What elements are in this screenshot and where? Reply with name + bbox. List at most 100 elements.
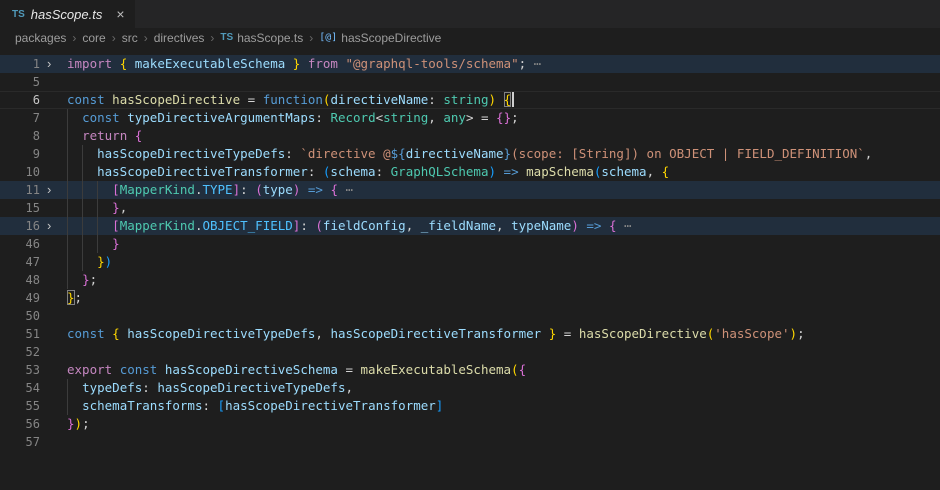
indent-guide [67, 127, 68, 145]
code-token [67, 128, 82, 143]
code-line[interactable]: 5 [0, 73, 940, 91]
indent-guide [82, 181, 83, 199]
code-token: OBJECT_FIELD [202, 218, 292, 233]
breadcrumb-item-directives[interactable]: directives [154, 31, 205, 45]
code-token: ⋯ [338, 182, 353, 197]
code-content: [MapperKind.TYPE]: (type) => { ⋯ [67, 181, 940, 199]
fold-chevron-icon[interactable]: › [47, 55, 61, 72]
code-token: { [519, 362, 527, 377]
breadcrumb-file[interactable]: TS hasScope.ts [220, 31, 303, 45]
indent-guide [67, 379, 68, 397]
code-token: } [67, 416, 75, 431]
tab-bar: TS hasScope.ts × [0, 0, 940, 28]
indent-guide [82, 163, 83, 181]
code-token: hasScopeDirective [112, 92, 240, 107]
code-token [67, 182, 112, 197]
code-line[interactable]: 48 }; [0, 271, 940, 289]
code-line[interactable]: 6 const hasScopeDirective = function(dire… [0, 91, 940, 109]
code-token: : [202, 398, 217, 413]
code-token: ${ [391, 146, 406, 161]
code-token: { [662, 164, 670, 179]
breadcrumb-symbol[interactable]: [@] hasScopeDirective [319, 31, 441, 45]
editor-tab-hasscope[interactable]: TS hasScope.ts × [0, 0, 135, 28]
code-token: : [376, 164, 391, 179]
typescript-file-icon: TS [12, 9, 25, 20]
chevron-right-icon: › [144, 31, 148, 45]
breadcrumb-item-src[interactable]: src [122, 31, 138, 45]
line-number: 49 [0, 289, 40, 307]
code-token: ( [315, 218, 323, 233]
code-token: GraphQLSchema [391, 164, 489, 179]
code-line[interactable]: 10 hasScopeDirectiveTransformer: (schema… [0, 163, 940, 181]
line-number: 7 [0, 109, 40, 127]
code-line[interactable]: 52 [0, 343, 940, 361]
code-token: } [112, 236, 120, 251]
code-line[interactable]: 53export const hasScopeDirectiveSchema =… [0, 361, 940, 379]
code-token: , [315, 326, 330, 341]
code-token: } [82, 272, 90, 287]
line-number: 55 [0, 397, 40, 415]
code-token: ( [255, 182, 263, 197]
breadcrumb-item-core[interactable]: core [82, 31, 105, 45]
code-token: from [308, 56, 338, 71]
bracket-match: } [67, 290, 75, 305]
fold-chevron-icon[interactable]: › [47, 181, 61, 198]
indent-guide [82, 217, 83, 235]
code-editor[interactable]: 1›import { makeExecutableSchema } from "… [0, 47, 940, 451]
code-content: return { [67, 127, 940, 145]
breadcrumb-item-packages[interactable]: packages [15, 31, 66, 45]
line-number: 53 [0, 361, 40, 379]
code-token: ) [105, 254, 113, 269]
code-line[interactable]: 9 hasScopeDirectiveTypeDefs: `directive … [0, 145, 940, 163]
code-token: { [112, 326, 120, 341]
code-token: ] [233, 182, 241, 197]
code-line[interactable]: 54 typeDefs: hasScopeDirectiveTypeDefs, [0, 379, 940, 397]
indent-guide [67, 199, 68, 217]
code-token: Record [330, 110, 375, 125]
code-token: typeDefs [82, 380, 142, 395]
code-token: typeDirectiveArgumentMaps [127, 110, 315, 125]
line-number: 48 [0, 271, 40, 289]
code-token: directiveName [406, 146, 504, 161]
code-line[interactable]: 47 }) [0, 253, 940, 271]
indent-guide [67, 397, 68, 415]
code-token: hasScopeDirectiveTypeDefs [127, 326, 315, 341]
line-number: 47 [0, 253, 40, 271]
line-number: 6 [0, 91, 40, 109]
indent-guide [97, 217, 98, 235]
code-token: schemaTransforms [82, 398, 202, 413]
code-line[interactable]: 8 return { [0, 127, 940, 145]
code-token: makeExecutableSchema [135, 56, 286, 71]
code-token: hasScopeDirectiveTypeDefs [97, 146, 285, 161]
code-line[interactable]: 16› [MapperKind.OBJECT_FIELD]: (fieldCon… [0, 217, 940, 235]
code-content: const hasScopeDirective = function(direc… [67, 91, 940, 109]
indent-guide [82, 253, 83, 271]
code-token: any [443, 110, 466, 125]
code-line[interactable]: 56}); [0, 415, 940, 433]
indent-guide [82, 199, 83, 217]
code-line[interactable]: 55 schemaTransforms: [hasScopeDirectiveT… [0, 397, 940, 415]
line-number: 52 [0, 343, 40, 361]
code-token: ) [489, 92, 497, 107]
indent-guide [67, 163, 68, 181]
code-token: : [285, 146, 300, 161]
fold-chevron-icon[interactable]: › [47, 217, 61, 234]
code-content: import { makeExecutableSchema } from "@g… [67, 55, 940, 73]
code-line[interactable]: 1›import { makeExecutableSchema } from "… [0, 55, 940, 73]
code-line[interactable]: 49}; [0, 289, 940, 307]
close-icon[interactable]: × [116, 7, 124, 21]
code-token: : [300, 218, 315, 233]
code-line[interactable]: 15 }, [0, 199, 940, 217]
code-line[interactable]: 46 } [0, 235, 940, 253]
code-token: ⋯ [617, 218, 632, 233]
code-line[interactable]: 50 [0, 307, 940, 325]
code-line[interactable]: 11› [MapperKind.TYPE]: (type) => { ⋯ [0, 181, 940, 199]
code-line[interactable]: 51const { hasScopeDirectiveTypeDefs, has… [0, 325, 940, 343]
indent-guide [67, 253, 68, 271]
code-token: ⋯ [534, 56, 542, 71]
code-token: export [67, 362, 112, 377]
code-line[interactable]: 7 const typeDirectiveArgumentMaps: Recor… [0, 109, 940, 127]
code-line[interactable]: 57 [0, 433, 940, 451]
code-content: }); [67, 415, 940, 433]
code-token [67, 380, 82, 395]
